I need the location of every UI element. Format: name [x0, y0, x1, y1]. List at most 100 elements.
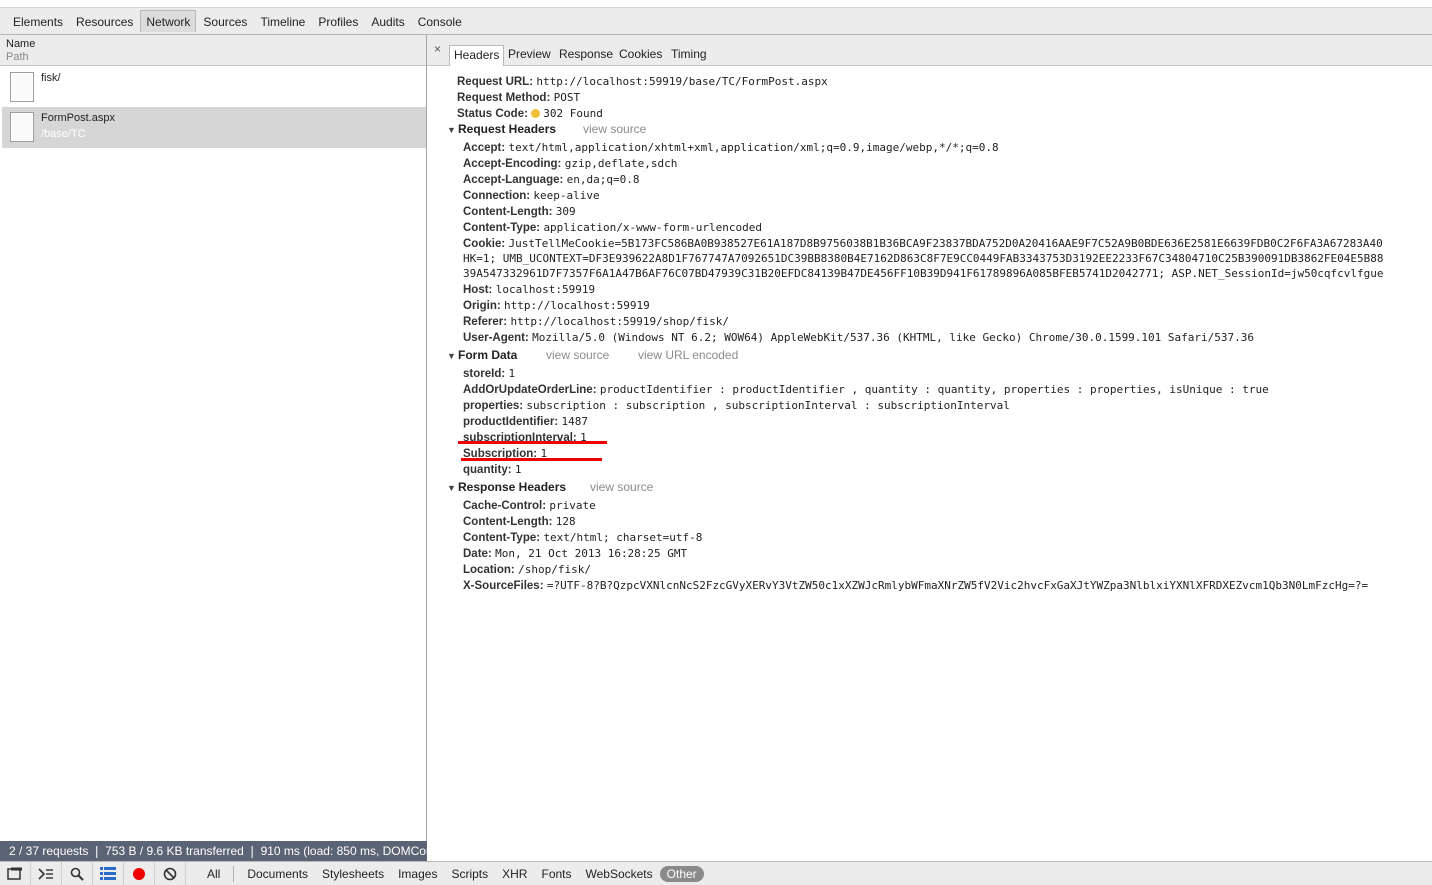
tab-elements[interactable]: Elements [7, 10, 69, 33]
form-field-line: productIdentifier: 1487 [463, 413, 588, 430]
form-field-line: AddOrUpdateOrderLine: productIdentifier … [463, 381, 1269, 398]
triangle-down-icon: ▼ [447, 483, 456, 493]
header-value: private [549, 499, 596, 512]
console-drawer-button[interactable] [31, 861, 62, 885]
form-field-line: storeId: 1 [463, 365, 515, 382]
search-icon [70, 867, 84, 881]
request-row[interactable]: fisk/ [2, 67, 426, 108]
header-line: Cache-Control: private [463, 497, 596, 514]
header-value: 128 [555, 515, 576, 528]
header-key: Cache-Control: [463, 500, 547, 512]
header-value: text/html,application/xhtml+xml,applicat… [508, 141, 999, 154]
view-source-link[interactable]: view source [546, 347, 609, 363]
header-line: Date: Mon, 21 Oct 2013 16:28:25 GMT [463, 545, 687, 562]
header-key: Connection: [463, 190, 531, 202]
header-value: localhost:59919 [495, 283, 596, 296]
header-line: Content-Length: 128 [463, 513, 576, 530]
filter-xhr[interactable]: XHR [495, 866, 534, 882]
header-line: Referer: http://localhost:59919/shop/fis… [463, 313, 729, 330]
section-title: Form Data [458, 348, 518, 362]
request-details-panel: × Headers Preview Response Cookies Timin… [427, 35, 1432, 841]
header-line: Origin: http://localhost:59919 [463, 297, 650, 314]
view-source-link[interactable]: view source [590, 479, 653, 495]
clear-button[interactable] [155, 861, 186, 885]
header-line: Accept: text/html,application/xhtml+xml,… [463, 139, 999, 156]
header-value: /shop/fisk/ [518, 563, 591, 576]
summary-text: 2 / 37 requests ❘ 753 B / 9.6 KB transfe… [9, 844, 427, 858]
tab-timeline[interactable]: Timeline [254, 10, 311, 33]
request-name: fisk/ [41, 72, 61, 84]
dock-button[interactable] [0, 861, 31, 885]
view-url-encoded-label: view URL encoded [638, 348, 739, 362]
tab-console[interactable]: Console [412, 10, 468, 33]
header-value: POST [553, 91, 581, 104]
detail-tabbar: × Headers Preview Response Cookies Timin… [427, 35, 1432, 66]
record-button[interactable] [124, 861, 155, 885]
view-source-label: view source [590, 480, 654, 494]
form-field-line: quantity: 1 [463, 461, 522, 478]
header-value: http://localhost:59919 [504, 299, 650, 312]
request-headers-section[interactable]: ▼ Request Headers [447, 121, 556, 138]
tab-network[interactable]: Network [140, 10, 197, 32]
response-headers-section[interactable]: ▼ Response Headers [447, 479, 566, 496]
header-value: HK=1; UMB_UCONTEXT=DF3E939622A8D1F767747… [463, 252, 1384, 265]
header-key: Cookie: [463, 238, 506, 250]
request-row-selected[interactable]: FormPost.aspx /base/TC [2, 107, 426, 148]
close-icon[interactable]: × [434, 42, 441, 56]
request-method-line: Request Method: POST [457, 89, 580, 106]
tab-headers[interactable]: Headers [449, 45, 505, 66]
tab-timing[interactable]: Timing [667, 45, 711, 63]
form-data-section[interactable]: ▼ Form Data [447, 347, 517, 364]
dock-icon [7, 867, 22, 880]
filter-documents[interactable]: Documents [240, 866, 315, 882]
tab-response[interactable]: Response [555, 45, 617, 63]
header-key: Accept-Encoding: [463, 158, 562, 170]
clear-icon [163, 867, 177, 880]
filter-fonts[interactable]: Fonts [534, 866, 578, 882]
header-value: keep-alive [533, 189, 600, 202]
header-value: en,da;q=0.8 [566, 173, 640, 186]
field-key: properties: [463, 400, 524, 412]
request-list-header[interactable]: Name Path [0, 35, 426, 66]
tab-audits[interactable]: Audits [365, 10, 410, 33]
tab-preview[interactable]: Preview [504, 45, 555, 63]
filter-scripts[interactable]: Scripts [444, 866, 495, 882]
filter-websockets[interactable]: WebSockets [579, 866, 660, 882]
devtools-toolbar: Elements Resources Network Sources Timel… [0, 8, 1432, 35]
tab-profiles[interactable]: Profiles [312, 10, 364, 33]
header-key: Content-Type: [463, 532, 541, 544]
filter-other[interactable]: Other [659, 865, 704, 882]
search-button[interactable] [62, 861, 93, 885]
header-value: Mozilla/5.0 (Windows NT 6.2; WOW64) Appl… [532, 331, 1255, 344]
header-key: Host: [463, 284, 493, 296]
column-name-label: Name [6, 38, 36, 50]
header-value: text/html; charset=utf-8 [543, 531, 703, 544]
header-value: =?UTF-8?B?QzpcVXNlcnNcS2FzcGVyXERvY3VtZW… [546, 579, 1369, 592]
header-value: http://localhost:59919/shop/fisk/ [510, 315, 729, 328]
filter-stylesheets[interactable]: Stylesheets [315, 866, 391, 882]
tab-resources[interactable]: Resources [70, 10, 139, 33]
red-highlight-underline [458, 441, 607, 444]
request-list-panel: Name Path fisk/ FormPost.aspx /base/TC [0, 35, 427, 841]
filter-images[interactable]: Images [391, 866, 444, 882]
header-key: Accept: [463, 142, 506, 154]
tab-cookies[interactable]: Cookies [615, 45, 666, 63]
field-key: storeId: [463, 368, 506, 380]
header-key: Request Method: [457, 92, 551, 104]
large-rows-button[interactable] [93, 861, 124, 885]
header-key: Accept-Language: [463, 174, 564, 186]
field-value: 1487 [561, 415, 589, 428]
field-value: 1 [514, 463, 522, 476]
view-url-encoded-link[interactable]: view URL encoded [638, 347, 738, 363]
header-key: Request URL: [457, 76, 534, 88]
header-key: Status Code: [457, 108, 528, 120]
tab-sources[interactable]: Sources [197, 10, 253, 33]
view-source-link[interactable]: view source [583, 121, 646, 137]
divider [233, 865, 235, 882]
field-value: subscription : subscription , subscripti… [526, 399, 1010, 412]
bottom-status-bar: All Documents Stylesheets Images Scripts… [0, 861, 1432, 885]
filter-all[interactable]: All [200, 866, 227, 882]
header-value: 309 [555, 205, 576, 218]
header-line: User-Agent: Mozilla/5.0 (Windows NT 6.2;… [463, 329, 1254, 346]
header-line: Content-Type: text/html; charset=utf-8 [463, 529, 702, 546]
